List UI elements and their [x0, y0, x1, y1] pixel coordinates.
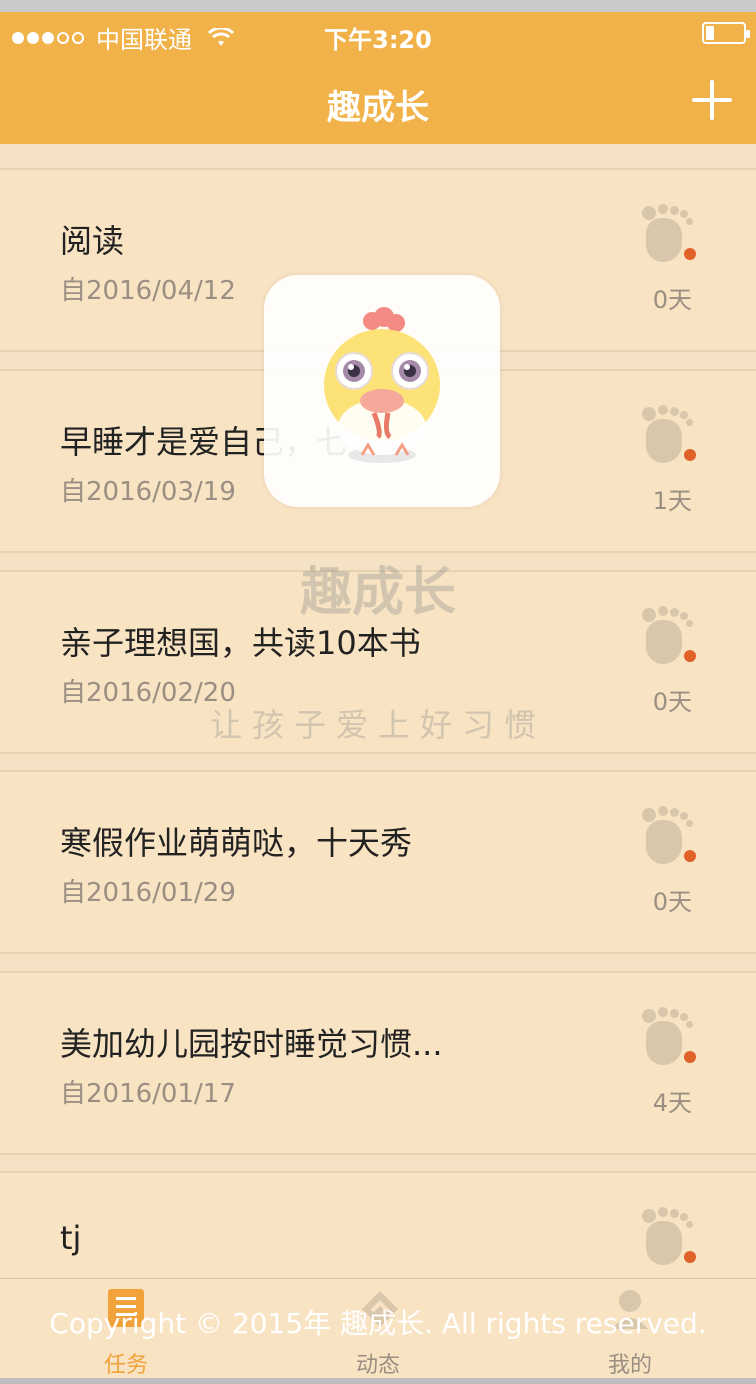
screen-bottom-edge	[0, 1378, 756, 1384]
task-date: 自2016/04/12	[60, 276, 236, 306]
task-title: 美加幼儿园按时睡觉习惯...	[60, 1025, 443, 1063]
task-days: 4天	[652, 1089, 692, 1117]
footprint-icon	[642, 806, 698, 866]
footprint-icon	[642, 204, 698, 264]
task-card[interactable]: 美加幼儿园按时睡觉习惯... 自2016/01/17 4天	[0, 971, 756, 1155]
task-date: 自2016/01/17	[60, 1079, 236, 1109]
task-days: 0天	[652, 286, 692, 314]
task-days: 0天	[652, 888, 692, 916]
splash-app-name: 趣成长	[299, 563, 456, 623]
status-time: 下午3:20	[324, 26, 432, 54]
unread-dot	[684, 1251, 696, 1263]
nav-bar: 趣成长	[0, 56, 756, 144]
copyright-text: Copyright © 2015年 趣成长. All rights reserv…	[49, 1307, 707, 1340]
unread-dot	[684, 1051, 696, 1063]
chick-mascot-icon	[324, 307, 440, 463]
footprint-icon	[642, 1007, 698, 1067]
tab-label: 任务	[103, 1353, 148, 1378]
unread-dot	[684, 449, 696, 461]
task-title: 寒假作业萌萌哒，十天秀	[60, 824, 413, 862]
footprint-icon	[642, 1207, 698, 1267]
unread-dot	[684, 850, 696, 862]
screen-top-edge	[0, 0, 756, 12]
page-title: 趣成长	[327, 88, 429, 128]
tab-label: 动态	[355, 1353, 400, 1378]
unread-dot	[684, 650, 696, 662]
footprint-icon	[642, 405, 698, 465]
battery-icon	[702, 22, 750, 44]
add-task-button[interactable]	[692, 80, 732, 120]
unread-dot	[684, 248, 696, 260]
task-date: 自2016/01/29	[60, 878, 236, 908]
status-bar: 中国联通 下午3:20	[0, 12, 756, 56]
task-card[interactable]: 寒假作业萌萌哒，十天秀 自2016/01/29 0天	[0, 770, 756, 954]
task-days: 1天	[652, 487, 692, 515]
app-icon-splash	[264, 275, 500, 507]
task-title: tj	[60, 1219, 82, 1257]
splash-slogan: 让孩子爱上好习惯	[209, 706, 546, 744]
task-title: 阅读	[60, 222, 125, 260]
task-date: 自2016/03/19	[60, 477, 236, 507]
tab-label: 我的	[607, 1353, 652, 1378]
